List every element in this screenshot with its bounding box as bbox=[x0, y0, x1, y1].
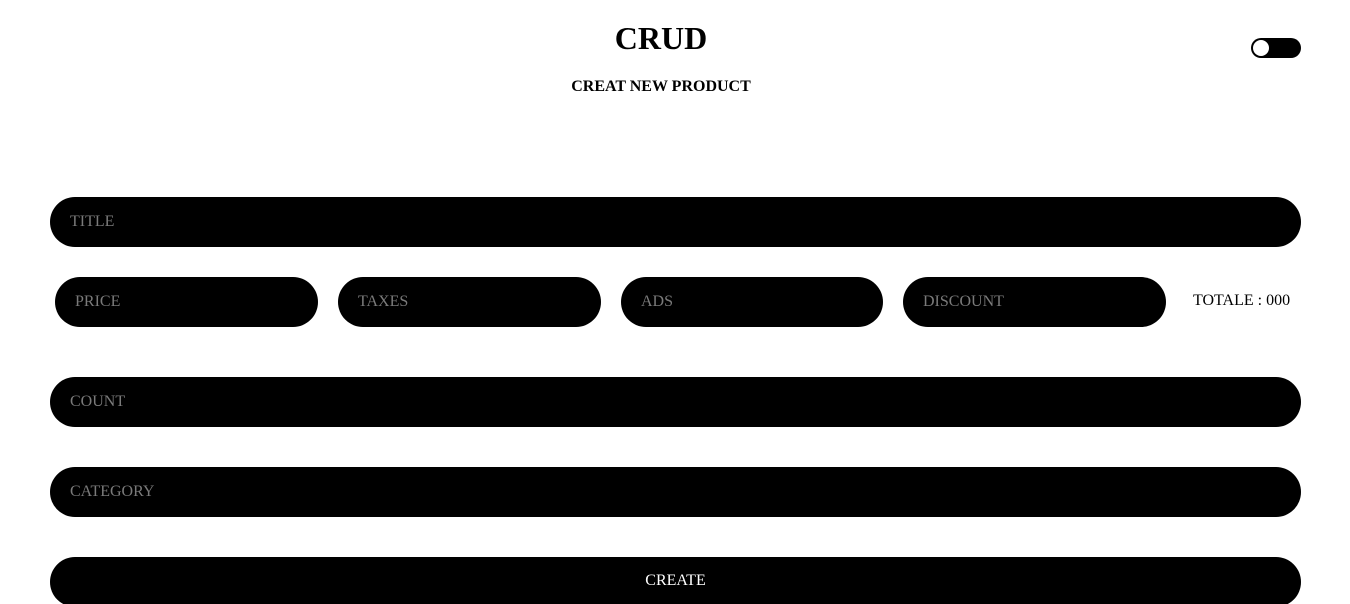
discount-input[interactable] bbox=[903, 277, 1166, 327]
ads-input[interactable] bbox=[621, 277, 883, 327]
category-input[interactable] bbox=[50, 467, 1301, 517]
page: CRUD CREAT NEW PRODUCT TOTALE : 000 CREA… bbox=[0, 0, 1350, 604]
price-input[interactable] bbox=[55, 277, 318, 327]
total-label: TOTALE : 000 bbox=[1193, 292, 1291, 309]
toggle-knob-icon bbox=[1253, 40, 1269, 56]
page-subtitle: CREAT NEW PRODUCT bbox=[571, 78, 751, 95]
create-button[interactable]: CREATE bbox=[50, 557, 1301, 604]
count-input[interactable] bbox=[50, 377, 1301, 427]
theme-toggle-switch[interactable] bbox=[1251, 38, 1301, 58]
title-input[interactable] bbox=[50, 197, 1301, 247]
taxes-input[interactable] bbox=[338, 277, 601, 327]
app-title: CRUD bbox=[614, 20, 708, 56]
